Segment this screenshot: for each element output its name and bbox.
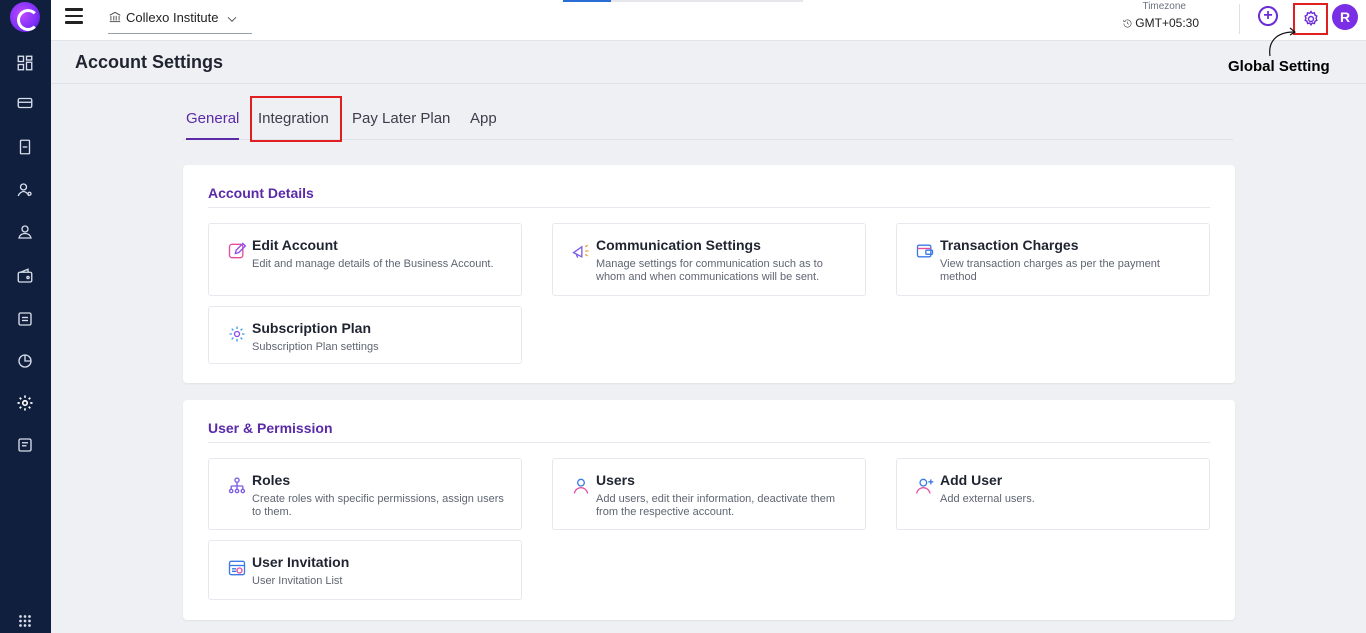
user-icon (571, 476, 591, 496)
add-user-icon (915, 476, 935, 496)
wallet-icon (915, 241, 935, 261)
divider (1239, 4, 1240, 34)
page-title: Account Settings (75, 52, 224, 72)
tile-title: Edit Account (252, 237, 338, 253)
dashboard-icon[interactable] (13, 51, 37, 75)
settings-nav-icon[interactable] (13, 391, 37, 415)
users-tile[interactable]: Users Add users, edit their information,… (552, 458, 866, 530)
chevron-down-icon (227, 16, 236, 22)
tile-description: Create roles with specific permissions, … (252, 493, 504, 518)
tile-title: Roles (252, 472, 291, 488)
payments-icon[interactable] (13, 91, 37, 115)
menu-icon[interactable] (65, 8, 83, 24)
settings-tabs: General Integration Pay Later Plan App (183, 96, 1233, 142)
tab-integration[interactable]: Integration (250, 96, 342, 142)
divider (208, 207, 1210, 208)
hierarchy-icon (227, 476, 247, 496)
megaphone-icon (571, 241, 591, 261)
contacts-icon[interactable] (13, 220, 37, 244)
invitation-icon (227, 558, 247, 578)
section-title: User & Permission (208, 420, 333, 436)
edit-account-tile[interactable]: Edit Account Edit and manage details of … (208, 223, 522, 296)
user-invitation-tile[interactable]: User Invitation User Invitation List (208, 540, 522, 600)
timezone-value[interactable]: GMT+05:30 (1122, 16, 1199, 30)
reports-icon[interactable] (13, 307, 37, 331)
apps-grid-icon[interactable] (13, 609, 37, 633)
tile-description: Manage settings for communication such a… (596, 258, 823, 283)
invoice-icon[interactable] (13, 135, 37, 159)
analytics-icon[interactable] (13, 349, 37, 373)
gear-icon (1303, 10, 1318, 27)
tab-app[interactable]: App (470, 110, 497, 140)
wallet-nav-icon[interactable] (13, 264, 37, 288)
tile-title: Users (596, 472, 635, 488)
user-permission-card: User & Permission Roles Create roles wit… (183, 400, 1235, 620)
annotation-label: Global Setting (1228, 58, 1330, 75)
documents-icon[interactable] (13, 433, 37, 457)
tile-title: Transaction Charges (940, 237, 1079, 253)
settings-gear-icon (227, 324, 247, 344)
tile-description: User Invitation List (252, 575, 343, 587)
avatar[interactable]: R (1332, 4, 1358, 30)
tile-title: Subscription Plan (252, 320, 372, 336)
institute-name: Collexo Institute (126, 10, 219, 25)
institute-selector[interactable]: Collexo Institute (108, 10, 252, 34)
divider (208, 442, 1210, 443)
sidebar (0, 0, 51, 633)
bank-icon (109, 11, 121, 23)
loading-strip (563, 0, 803, 2)
tile-title: Add User (940, 472, 1003, 488)
transaction-charges-tile[interactable]: Transaction Charges View transaction cha… (896, 223, 1210, 296)
communication-settings-tile[interactable]: Communication Settings Manage settings f… (552, 223, 866, 296)
annotation-arrow (1262, 22, 1302, 58)
account-details-card: Account Details Edit Account Edit and ma… (183, 165, 1235, 383)
tile-description: Edit and manage details of the Business … (252, 258, 494, 270)
history-icon (1123, 19, 1132, 27)
tile-description: Subscription Plan settings (252, 341, 379, 353)
timezone-text: GMT+05:30 (1135, 16, 1199, 30)
page-header: Account Settings (51, 41, 1366, 84)
tab-pay-later-plan[interactable]: Pay Later Plan (352, 110, 450, 140)
section-title: Account Details (208, 185, 314, 201)
edit-icon (227, 241, 247, 261)
topbar: Collexo Institute Timezone GMT+05:30 + R (51, 0, 1366, 41)
tile-description: Add users, edit their information, deact… (596, 493, 836, 518)
timezone-label: Timezone (1142, 1, 1186, 12)
subscription-plan-tile[interactable]: Subscription Plan Subscription Plan sett… (208, 306, 522, 364)
tile-description: View transaction charges as per the paym… (940, 258, 1160, 283)
students-icon[interactable] (13, 178, 37, 202)
add-user-tile[interactable]: Add User Add external users. (896, 458, 1210, 530)
tile-title: Communication Settings (596, 237, 761, 253)
app-logo[interactable] (10, 2, 40, 32)
tile-description: Add external users. (940, 493, 1035, 505)
tab-general[interactable]: General (186, 110, 240, 140)
tile-title: User Invitation (252, 554, 350, 570)
roles-tile[interactable]: Roles Create roles with specific permiss… (208, 458, 522, 530)
